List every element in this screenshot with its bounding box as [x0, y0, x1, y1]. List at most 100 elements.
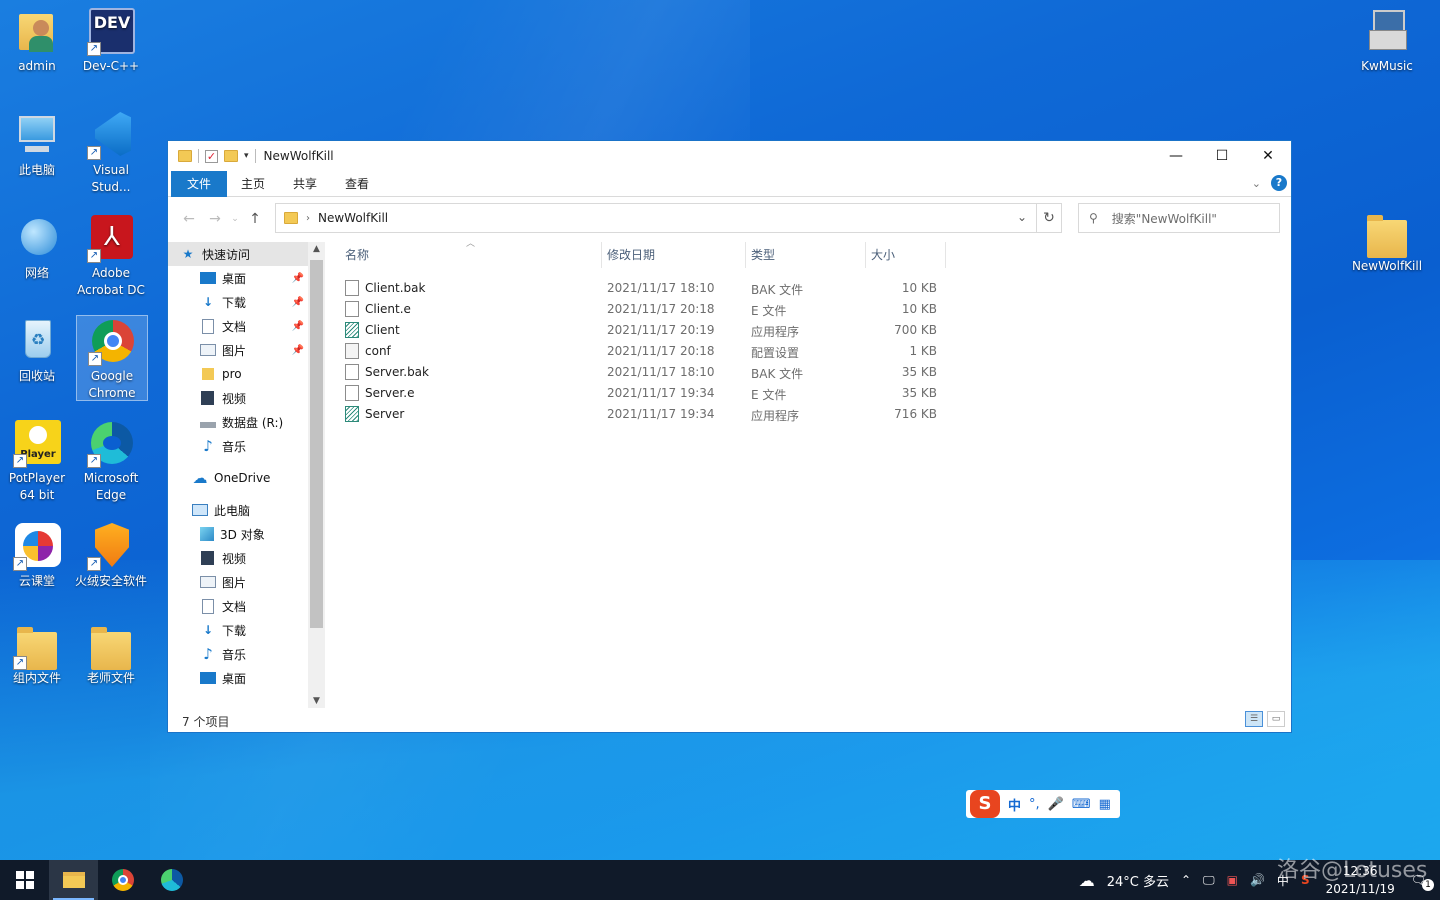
navigation-pane[interactable]: ★ 快速访问 桌面 📌 ↓ 下载 📌 文档 📌 图片 📌 pro 视频 数据盘 … [168, 242, 324, 708]
help-icon[interactable]: ? [1271, 175, 1287, 191]
desktop-icon-chrome[interactable]: ↗ Google Chrome [76, 315, 148, 401]
desktop-icon-this-pc[interactable]: 此电脑 [1, 112, 73, 179]
new-folder-icon[interactable] [224, 150, 238, 162]
refresh-button[interactable]: ↻ [1036, 203, 1062, 233]
back-arrow-icon[interactable]: ← [176, 211, 202, 227]
file-name-cell[interactable]: Client [345, 322, 400, 338]
column-header-size[interactable]: 大小 [866, 242, 946, 268]
taskbar-edge[interactable] [147, 860, 196, 900]
table-row[interactable]: Server.bak 2021/11/17 18:10 BAK 文件 35 KB [340, 362, 1100, 383]
ime-mode-toggle[interactable]: 中 [1008, 795, 1021, 814]
search-input[interactable]: ⚲ 搜索"NewWolfKill" [1078, 203, 1280, 233]
nav-item-desktop[interactable]: 桌面 📌 [168, 266, 324, 290]
file-name-cell[interactable]: Server.e [345, 385, 414, 401]
microphone-icon[interactable]: 🎤 [1048, 797, 1064, 812]
desktop-icon-potplayer[interactable]: Player ↗ PotPlayer 64 bit [1, 420, 73, 504]
tab-share[interactable]: 共享 [279, 171, 331, 197]
desktop-icon-teacher-files[interactable]: 老师文件 [75, 626, 147, 685]
desktop-icon-cloud-class[interactable]: ↗ 云课堂 [1, 523, 73, 590]
file-name-cell[interactable]: conf [345, 343, 391, 359]
nav-quick-access[interactable]: ★ 快速访问 [168, 242, 324, 266]
expand-ribbon-chevron-icon[interactable]: ⌄ [1252, 177, 1261, 190]
nav-item-pictures[interactable]: 图片 📌 [168, 338, 324, 362]
keyboard-icon[interactable]: ⌨ [1072, 797, 1091, 812]
details-view-button[interactable]: ☰ [1245, 711, 1263, 727]
desktop-icon-newwolfkill[interactable]: NewWolfKill [1351, 214, 1423, 273]
app-tray-icon[interactable]: ▣ [1221, 873, 1244, 887]
desktop-icon-vscode[interactable]: ↗ Visual Stud... [75, 112, 147, 196]
close-button[interactable]: ✕ [1245, 141, 1291, 171]
nav-item-videos[interactable]: 视频 [168, 546, 324, 570]
nav-this-pc[interactable]: 此电脑 [168, 498, 324, 522]
table-row[interactable]: Client.e 2021/11/17 20:18 E 文件 10 KB [340, 299, 1100, 320]
nav-item-music[interactable]: ♪ 音乐 [168, 434, 324, 458]
table-row[interactable]: Client 2021/11/17 20:19 应用程序 700 KB [340, 320, 1100, 341]
address-bar[interactable]: › NewWolfKill ⌄ [275, 203, 1062, 233]
nav-item-downloads[interactable]: ↓ 下载 📌 [168, 290, 324, 314]
table-row[interactable]: Server 2021/11/17 19:34 应用程序 716 KB [340, 404, 1100, 425]
show-hidden-icons-chevron-icon[interactable]: ⌃ [1175, 873, 1197, 887]
minimize-button[interactable]: — [1153, 141, 1199, 171]
nav-item-desktop[interactable]: 桌面 [168, 666, 324, 690]
table-row[interactable]: Client.bak 2021/11/17 18:10 BAK 文件 10 KB [340, 278, 1100, 299]
desktop-icon-huorong[interactable]: ↗ 火绒安全软件 [75, 523, 147, 590]
desktop-icon-group-files[interactable]: ↗ 组内文件 [1, 626, 73, 685]
up-arrow-icon[interactable]: ↑ [242, 211, 268, 227]
nav-item-3d-objects[interactable]: 3D 对象 [168, 522, 324, 546]
weather-cloud-icon[interactable]: ☁ [1073, 871, 1101, 890]
tab-view[interactable]: 查看 [331, 171, 383, 197]
nav-item-downloads[interactable]: ↓ 下载 [168, 618, 324, 642]
column-header-name[interactable]: 名称 [340, 242, 602, 268]
nav-item-pictures[interactable]: 图片 [168, 570, 324, 594]
column-header-date[interactable]: 修改日期 [602, 242, 746, 268]
sogou-logo-icon[interactable]: S [970, 790, 1000, 818]
ime-toolbar[interactable]: S 中 °, 🎤 ⌨ ▦ [966, 790, 1120, 818]
title-bar[interactable]: ✓ ▾ NewWolfKill — ☐ ✕ [168, 141, 1291, 171]
tab-home[interactable]: 主页 [227, 171, 279, 197]
weather-widget[interactable]: 24°C 多云 [1101, 871, 1175, 890]
forward-arrow-icon[interactable]: → [202, 211, 228, 227]
breadcrumb[interactable]: NewWolfKill [318, 211, 388, 225]
pin-icon[interactable]: 📌 [292, 297, 304, 308]
nav-scrollbar[interactable]: ▲ ▼ [308, 242, 325, 708]
pin-icon[interactable]: 📌 [292, 321, 304, 332]
desktop-icon-kwmusic[interactable]: KwMusic [1351, 8, 1423, 75]
ime-punctuation-toggle[interactable]: °, [1029, 797, 1040, 812]
desktop-icon-admin[interactable]: admin [1, 8, 73, 75]
recent-locations-chevron-icon[interactable]: ⌄ [228, 214, 242, 224]
nav-onedrive[interactable]: ☁ OneDrive [168, 466, 324, 490]
maximize-button[interactable]: ☐ [1199, 141, 1245, 171]
desktop-icon-acrobat[interactable]: ⅄ ↗ Adobe Acrobat DC [75, 215, 147, 299]
nav-item-videos[interactable]: 视频 [168, 386, 324, 410]
desktop-icon-network[interactable]: 网络 [1, 215, 73, 282]
nav-item-documents[interactable]: 文档 📌 [168, 314, 324, 338]
file-name-cell[interactable]: Client.bak [345, 280, 425, 296]
volume-icon[interactable]: 🔊 [1244, 873, 1271, 887]
scroll-up-arrow-icon[interactable]: ▲ [308, 244, 325, 254]
large-icons-view-button[interactable]: ▭ [1267, 711, 1285, 727]
pin-icon[interactable]: 📌 [292, 273, 304, 284]
toolbox-grid-icon[interactable]: ▦ [1099, 797, 1111, 812]
scrollbar-thumb[interactable] [310, 260, 323, 628]
file-name-cell[interactable]: Client.e [345, 301, 411, 317]
nav-item-music[interactable]: ♪ 音乐 [168, 642, 324, 666]
address-dropdown-chevron-icon[interactable]: ⌄ [1017, 210, 1027, 224]
nav-item-pro[interactable]: pro [168, 362, 324, 386]
file-list[interactable]: ︿ 名称 修改日期 类型 大小 Client.bak 2021/11/17 18:… [340, 239, 1290, 708]
scroll-down-arrow-icon[interactable]: ▼ [308, 696, 325, 706]
table-row[interactable]: conf 2021/11/17 20:18 配置设置 1 KB [340, 341, 1100, 362]
tab-file[interactable]: 文件 [171, 170, 228, 197]
desktop-icon-recycle-bin[interactable]: ♻ 回收站 [1, 318, 73, 385]
properties-icon[interactable]: ✓ [205, 149, 218, 163]
nav-item-data-drive[interactable]: 数据盘 (R:) [168, 410, 324, 434]
nav-item-documents[interactable]: 文档 [168, 594, 324, 618]
table-row[interactable]: Server.e 2021/11/17 19:34 E 文件 35 KB [340, 383, 1100, 404]
column-header-type[interactable]: 类型 [746, 242, 866, 268]
start-button[interactable] [0, 860, 49, 900]
explorer-window[interactable]: ✓ ▾ NewWolfKill — ☐ ✕ 文件 主页 共享 查看 ⌄ ? ← … [167, 140, 1292, 733]
customize-toolbar-chevron-icon[interactable]: ▾ [244, 151, 249, 161]
pin-icon[interactable]: 📌 [292, 345, 304, 356]
file-name-cell[interactable]: Server.bak [345, 364, 429, 380]
taskbar-file-explorer[interactable] [49, 860, 98, 900]
taskbar-chrome[interactable] [98, 860, 147, 900]
